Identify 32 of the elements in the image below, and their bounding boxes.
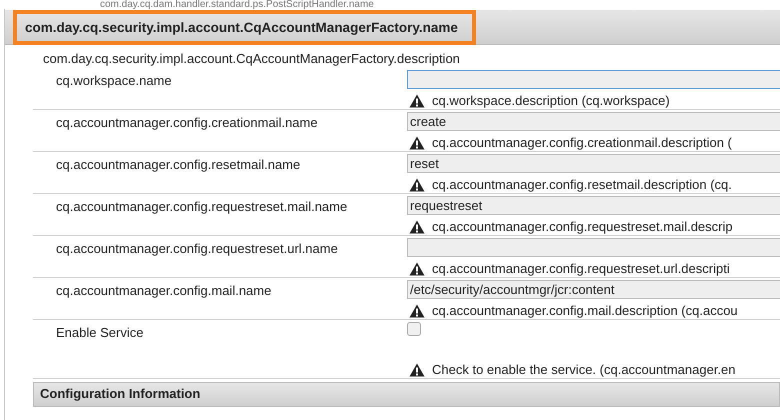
field-label: cq.accountmanager.config.requestreset.mail.name	[55, 198, 348, 216]
warning-icon	[409, 362, 425, 376]
field-label: cq.workspace.name	[55, 72, 173, 90]
warning-icon	[409, 136, 425, 150]
field-description: cq.accountmanager.config.requestreset.url.descripti	[432, 261, 730, 276]
field-description: cq.accountmanager.config.mail.description (cq.accou	[432, 303, 738, 318]
field-label: Enable Service	[55, 324, 144, 342]
input-field[interactable]	[407, 238, 780, 257]
input-field[interactable]: requestreset	[407, 196, 780, 215]
field-description: Check to enable the service. (cq.accountmanager.en	[432, 362, 736, 377]
input-field[interactable]: /etc/security/accountmgr/jcr:content	[407, 280, 780, 299]
previous-item-text: com.day.cq.dam.handler.standard.ps.PostScriptHandler.name	[99, 0, 375, 9]
field-description: cq.accountmanager.config.creationmail.description (	[432, 135, 732, 150]
field-label: cq.accountmanager.config.requestreset.url.name	[55, 240, 339, 258]
input-field[interactable]	[407, 70, 780, 89]
warning-icon	[409, 94, 425, 108]
checkbox[interactable]	[407, 322, 421, 336]
section-header: Configuration Information	[33, 382, 780, 407]
input-field[interactable]: reset	[407, 154, 780, 173]
warning-icon	[409, 304, 425, 318]
field-description: cq.accountmanager.config.requestreset.mail.descrip	[432, 219, 733, 234]
warning-icon	[409, 220, 425, 234]
panel-title: com.day.cq.security.impl.account.CqAccountManagerFactory.name	[13, 10, 476, 44]
field-label: cq.accountmanager.config.creationmail.name	[55, 114, 319, 132]
panel-description: com.day.cq.security.impl.account.CqAccountManagerFactory.description	[42, 50, 461, 68]
warning-icon	[409, 262, 425, 276]
warning-icon	[409, 178, 425, 192]
field-label: cq.accountmanager.config.mail.name	[55, 282, 272, 300]
field-label: cq.accountmanager.config.resetmail.name	[55, 156, 302, 174]
field-description: cq.workspace.description (cq.workspace)	[432, 93, 670, 108]
input-field[interactable]: create	[407, 112, 780, 131]
field-description: cq.accountmanager.config.resetmail.description (cq.	[432, 177, 732, 192]
